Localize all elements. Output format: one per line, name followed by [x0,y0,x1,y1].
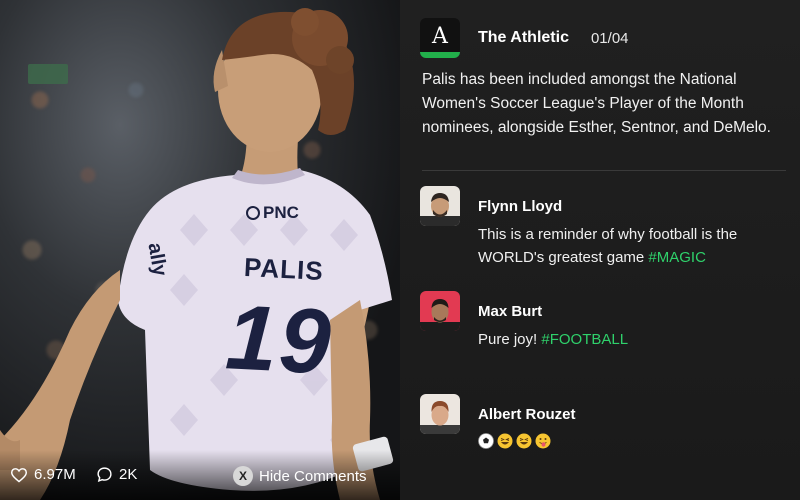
sponsor-logo-icon [246,206,260,220]
comment-text: Pure joy! #FOOTBALL [478,328,778,351]
avatar-flynn-lloyd-icon [420,186,460,226]
grinning-squinting-face-icon [516,433,532,449]
post-source-header: A The Athletic 01/04 [420,18,629,58]
comments-count: 2K [119,466,138,483]
the-athletic-logo-icon[interactable]: A [420,18,460,58]
comment-author[interactable]: Albert Rouzet [478,406,576,423]
x-button-icon: X [233,466,253,486]
emoji-row [478,433,778,449]
comment-text: This is a reminder of why football is th… [478,223,778,269]
logo-letter: A [432,23,448,49]
shirt-sponsor: PNC [246,203,299,223]
avatar-max-burt-icon [420,291,460,331]
comments-panel: A The Athletic 01/04 Palis has been incl… [400,0,800,500]
comment-bubble-icon [97,467,112,482]
hashtag-link[interactable]: #FOOTBALL [541,331,628,348]
player-image [0,8,394,500]
avatar[interactable] [420,394,460,434]
hashtag-link[interactable]: #MAGIC [648,249,706,266]
hide-comments-label: Hide Comments [259,467,367,485]
heart-icon [10,467,28,482]
likes-count: 6.97M [34,466,76,483]
avatar[interactable] [420,186,460,226]
comment-author[interactable]: Max Burt [478,303,542,320]
social-feed-view: PNC ally PALIS 19 6.97M 2K X Hide Commen… [0,0,800,500]
soccer-ball-icon [478,433,494,449]
divider [422,170,786,171]
grinning-squinting-face-icon [497,433,513,449]
post-media[interactable]: PNC ally PALIS 19 6.97M 2K X Hide Commen… [0,0,400,500]
face-with-tongue-icon [535,433,551,449]
like-button[interactable]: 6.97M [10,466,76,483]
source-name[interactable]: The Athletic [478,29,569,47]
comment-body: Pure joy! [478,331,542,348]
page-indicator: 01/04 [590,29,629,47]
avatar-albert-rouzet-icon [420,394,460,434]
logo-stripe [420,52,460,58]
avatar[interactable] [420,291,460,331]
post-headline: Palis has been included amongst the Nati… [422,71,771,136]
sponsor-text: PNC [263,203,299,222]
comments-button[interactable]: 2K [96,466,137,483]
comment-author[interactable]: Flynn Lloyd [478,198,562,215]
comment-text [478,431,778,449]
hide-comments-button[interactable]: X Hide Comments [233,466,367,486]
shirt-player-number: 19 [223,286,335,394]
shirt-player-name: PALIS [243,251,325,287]
